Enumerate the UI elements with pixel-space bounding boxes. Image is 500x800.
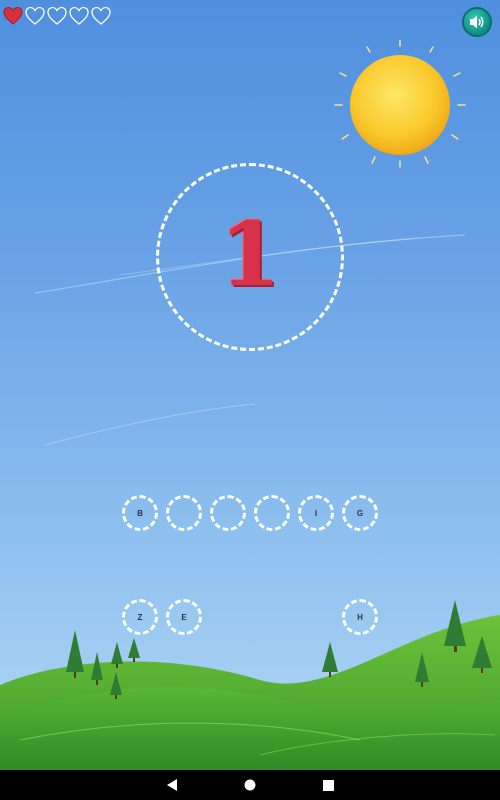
sound-button[interactable]	[462, 7, 492, 37]
nav-home-button[interactable]	[244, 779, 256, 791]
nav-recents-button[interactable]	[322, 779, 334, 791]
letter-slot[interactable]: G	[342, 495, 378, 531]
heart-empty-icon	[91, 6, 111, 25]
wind-wisp	[44, 403, 256, 446]
heart-empty-icon	[69, 6, 89, 25]
letter-slot[interactable]	[254, 495, 290, 531]
slot-letter: I	[314, 508, 318, 518]
speaker-icon	[470, 15, 484, 29]
square-recents-icon	[322, 779, 334, 791]
letter-slot[interactable]	[210, 495, 246, 531]
sun-illustration	[334, 40, 466, 168]
system-navigation-bar	[0, 770, 500, 800]
target-number-slot: 1	[156, 163, 344, 351]
circle-home-icon	[244, 779, 256, 791]
nav-back-button[interactable]	[166, 779, 178, 791]
letter-slot[interactable]	[166, 495, 202, 531]
letter-slot[interactable]: B	[122, 495, 158, 531]
game-scene: 1 B I G Z E H	[0, 0, 500, 770]
triangle-back-icon	[166, 779, 177, 791]
heart-empty-icon	[25, 6, 45, 25]
slot-letter: B	[137, 508, 143, 518]
slot-letter: G	[356, 508, 364, 518]
heart-empty-icon	[47, 6, 67, 25]
letter-slot[interactable]: I	[298, 495, 334, 531]
grassy-hills	[0, 600, 500, 770]
target-number: 1	[219, 202, 281, 306]
heart-full-icon	[3, 6, 23, 25]
lives-indicator	[3, 6, 111, 26]
